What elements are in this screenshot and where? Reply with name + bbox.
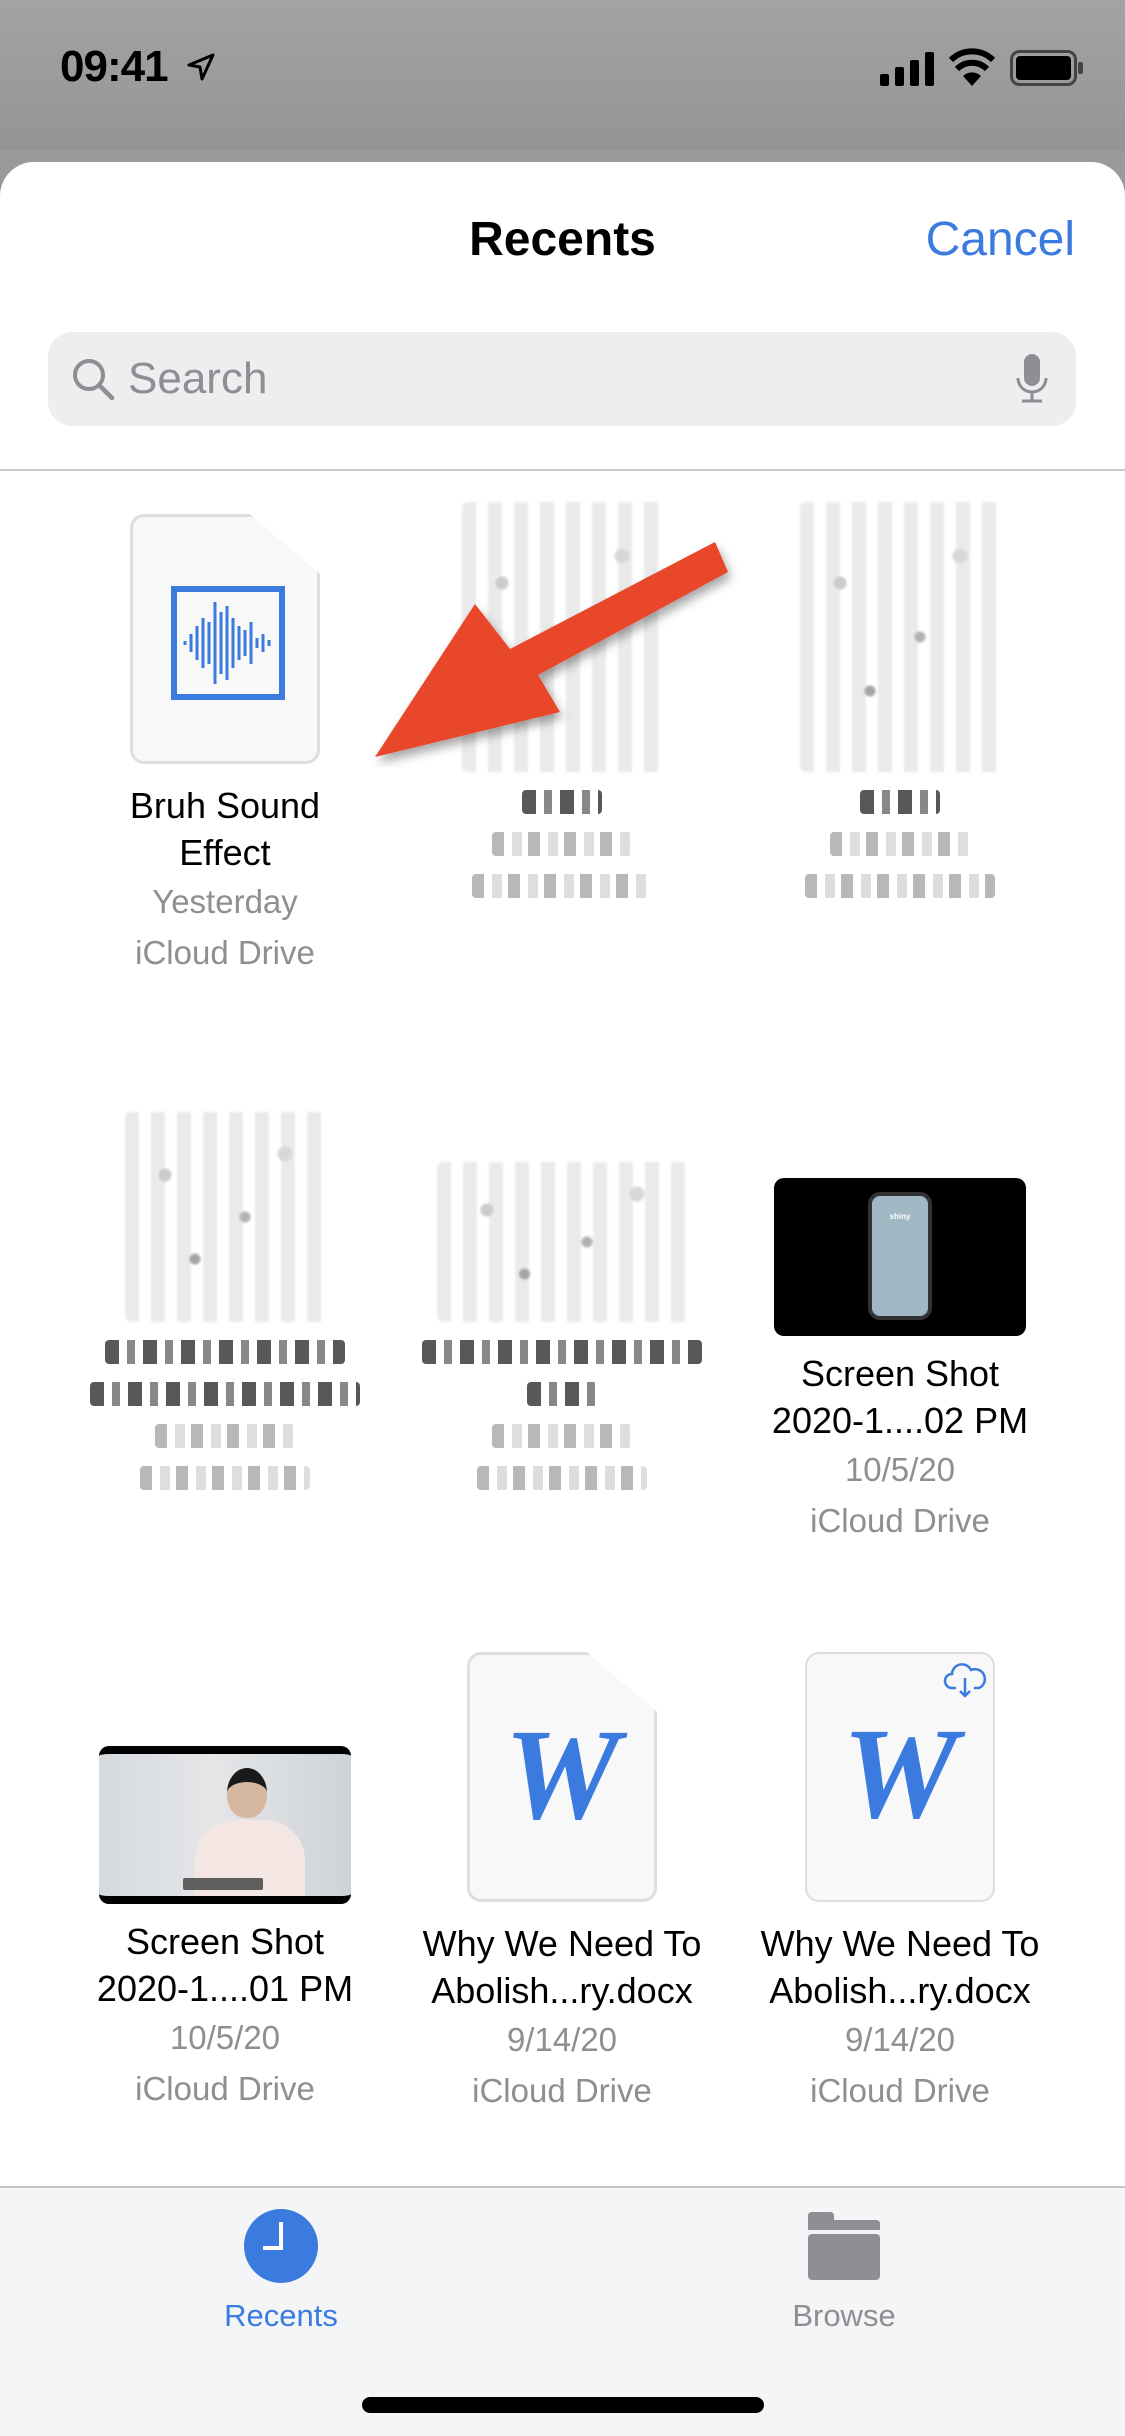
file-date: 9/14/20	[506, 2021, 618, 2058]
redacted-text	[140, 1466, 310, 1490]
file-name: Abolish...ry.docx	[431, 1970, 693, 2011]
redacted-text	[830, 832, 970, 856]
file-item-redacted[interactable]	[392, 502, 732, 898]
word-w-icon: W	[504, 1703, 620, 1847]
file-name: Bruh Sound	[129, 785, 321, 826]
redacted-thumbnail	[437, 1162, 687, 1322]
search-field[interactable]	[48, 332, 1076, 426]
clock-icon	[244, 2209, 318, 2283]
status-bar: 09:41	[0, 0, 1125, 150]
tab-label: Recents	[224, 2298, 338, 2333]
tab-recents[interactable]: Recents	[181, 2208, 381, 2334]
redacted-text	[90, 1382, 360, 1406]
file-location: iCloud Drive	[810, 2072, 990, 2109]
tab-label: Browse	[792, 2298, 896, 2333]
audio-file-icon	[130, 514, 320, 764]
tab-browse[interactable]: Browse	[744, 2208, 944, 2334]
redacted-text	[805, 874, 995, 898]
file-date: 9/14/20	[844, 2021, 956, 2058]
redacted-text	[472, 874, 652, 898]
cancel-button[interactable]: Cancel	[926, 212, 1075, 267]
redacted-text	[860, 790, 940, 814]
file-item-redacted[interactable]	[730, 502, 1070, 898]
file-name: Why We Need To	[760, 1923, 1040, 1964]
folder-icon	[808, 2212, 880, 2280]
search-input[interactable]	[128, 332, 988, 426]
file-location: iCloud Drive	[135, 934, 315, 971]
file-name: Screen Shot	[800, 1353, 1000, 1394]
file-item-screenshot[interactable]: Screen Shot 2020-1....01 PM 10/5/20 iClo…	[55, 1746, 395, 2114]
redacted-text	[477, 1466, 647, 1490]
word-document-icon: W	[805, 1652, 995, 1902]
screenshot-thumbnail	[99, 1746, 351, 1904]
redacted-text	[522, 790, 602, 814]
word-document-icon: W	[467, 1652, 657, 1902]
file-name: Why We Need To	[422, 1923, 702, 1964]
file-item-screenshot[interactable]: shiny Screen Shot 2020-1....02 PM 10/5/2…	[730, 1178, 1070, 1546]
battery-icon	[1010, 50, 1083, 86]
redacted-text	[492, 1424, 632, 1448]
redacted-thumbnail	[800, 502, 1000, 772]
file-date: 10/5/20	[844, 1451, 956, 1488]
file-item-docx-cloud[interactable]: W Why We Need To Abolish...ry.docx 9/14/…	[730, 1652, 1070, 2116]
file-location: iCloud Drive	[472, 2072, 652, 2109]
redacted-text	[527, 1382, 597, 1406]
redacted-text	[422, 1340, 702, 1364]
home-indicator[interactable]	[362, 2397, 764, 2413]
file-item-redacted[interactable]	[55, 1072, 395, 1490]
file-picker-sheet: Recents Cancel Search Bruh Sound Effect …	[0, 162, 1125, 2436]
redacted-thumbnail	[462, 502, 662, 772]
file-item-audio[interactable]: Bruh Sound Effect Yesterday iCloud Drive	[55, 514, 395, 978]
file-date: 10/5/20	[169, 2019, 281, 2056]
redacted-text	[105, 1340, 345, 1364]
file-name: 2020-1....01 PM	[96, 1968, 354, 2009]
video-controls	[183, 1878, 263, 1890]
redacted-thumbnail	[125, 1112, 325, 1322]
file-name: 2020-1....02 PM	[771, 1400, 1029, 1441]
search-icon	[73, 359, 115, 401]
microphone-icon[interactable]	[1014, 354, 1050, 406]
redacted-text	[492, 832, 632, 856]
audio-waveform-icon	[171, 586, 285, 700]
status-time: 09:41	[60, 42, 169, 91]
file-item-redacted[interactable]	[392, 1072, 732, 1490]
divider	[0, 469, 1125, 471]
location-arrow-icon	[187, 53, 215, 81]
cloud-download-icon[interactable]	[943, 1660, 987, 1700]
file-location: iCloud Drive	[135, 2070, 315, 2107]
wifi-icon	[948, 48, 996, 86]
file-location: iCloud Drive	[810, 1502, 990, 1539]
file-name: Effect	[179, 832, 271, 873]
file-item-docx[interactable]: W Why We Need To Abolish...ry.docx 9/14/…	[392, 1652, 732, 2116]
phone-mockup: shiny	[868, 1192, 932, 1320]
file-date: Yesterday	[152, 883, 298, 920]
screenshot-thumbnail: shiny	[774, 1178, 1026, 1336]
file-name: Abolish...ry.docx	[769, 1970, 1031, 2011]
cellular-signal-icon	[880, 52, 934, 86]
redacted-text	[155, 1424, 295, 1448]
word-w-icon: W	[842, 1702, 958, 1846]
file-name: Screen Shot	[125, 1921, 325, 1962]
